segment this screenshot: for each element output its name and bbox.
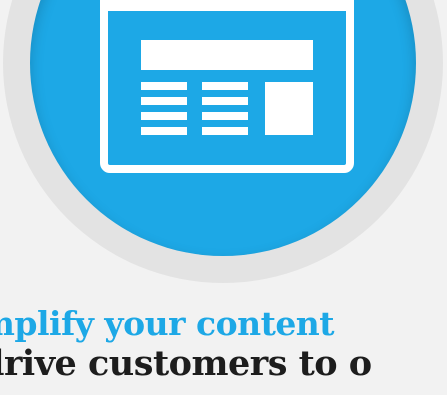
headline-line-2: drive customers to o [0,343,372,384]
headline: mplify your content drive customers to o [0,304,447,384]
newspaper-page-icon [100,0,354,173]
headline-line-1: mplify your content [0,304,335,343]
